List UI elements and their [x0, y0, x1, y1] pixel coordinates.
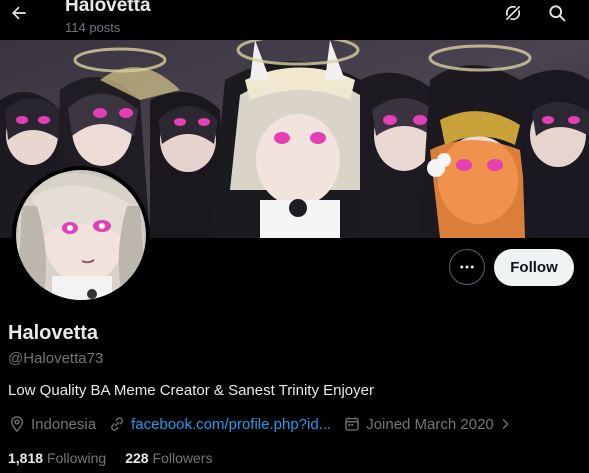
follow-button[interactable]: Follow: [494, 249, 574, 286]
back-button[interactable]: [2, 0, 36, 30]
location-text: Indonesia: [31, 415, 97, 433]
following-count: 1,818: [8, 450, 44, 466]
following-label: Following: [47, 450, 107, 466]
profile-bio: Low Quality BA Meme Creator & Sanest Tri…: [8, 382, 374, 399]
location-item: Indonesia: [8, 415, 96, 433]
joined-item[interactable]: Joined March 2020: [343, 415, 518, 433]
grok-icon: [504, 4, 522, 22]
profile-meta-row: Indonesia facebook.com/profile.php?id...…: [8, 414, 530, 434]
avatar-image: [12, 166, 150, 304]
avatar[interactable]: [12, 166, 150, 304]
header-post-count: 114 posts: [65, 20, 121, 35]
more-options-button[interactable]: [449, 249, 485, 285]
arrow-left-icon: [11, 6, 26, 20]
following-stat[interactable]: 1,818 Following: [8, 450, 106, 466]
user-handle: @Halovetta73: [8, 350, 104, 367]
joined-text: Joined March 2020: [366, 415, 494, 433]
display-name: Halovetta: [8, 322, 99, 344]
website-item[interactable]: facebook.com/profile.php?id...: [108, 415, 331, 433]
profile-stats-row: 1,818 Following 228 Followers: [8, 448, 231, 468]
calendar-icon: [345, 417, 359, 431]
search-button[interactable]: [540, 0, 574, 30]
grok-button[interactable]: [496, 0, 530, 30]
link-icon: [111, 417, 123, 431]
followers-label: Followers: [152, 450, 213, 466]
location-pin-icon: [11, 416, 23, 433]
website-link[interactable]: facebook.com/profile.php?id...: [131, 416, 331, 433]
search-icon: [549, 5, 566, 22]
followers-stat[interactable]: 228 Followers: [125, 450, 212, 466]
top-bar: Halovetta 114 posts: [0, 0, 589, 40]
more-dots-icon: [460, 265, 474, 269]
followers-count: 228: [125, 450, 149, 466]
header-title: Halovetta: [65, 0, 151, 16]
chevron-right-icon: [502, 418, 509, 430]
